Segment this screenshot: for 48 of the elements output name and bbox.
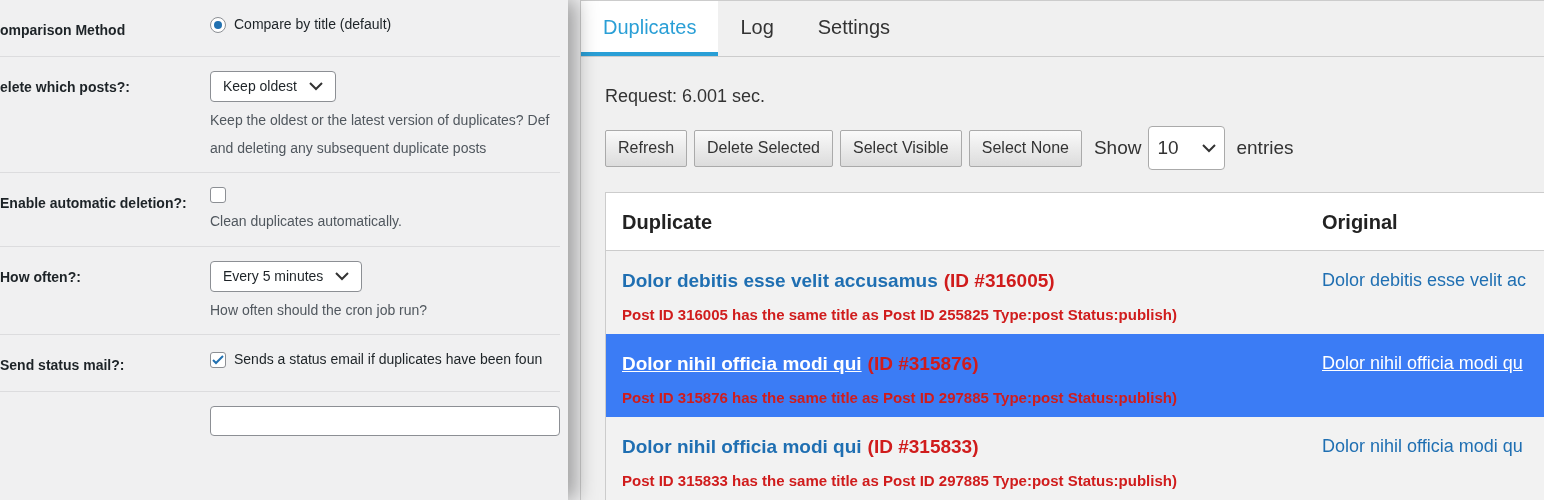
setting-label: Enable automatic deletion?: — [0, 195, 187, 211]
checkbox[interactable] — [210, 187, 226, 203]
show-label: Show — [1093, 135, 1142, 160]
table-row[interactable]: Dolor nihil officia modi qui (ID #315833) Post ID 315833 has the same title as Post ID 297885 Type:post Status:publish) Dolor nihil officia modi qu — [606, 417, 1544, 500]
tab[interactable]: Duplicates — [581, 1, 719, 56]
action-button[interactable]: Select None — [968, 129, 1082, 167]
entries-dropdown[interactable]: 10 — [1148, 126, 1226, 170]
post-link[interactable]: Dolor nihil officia modi qui — [622, 433, 862, 462]
action-button[interactable]: Select Visible — [840, 129, 962, 167]
duplicate-note: Post ID 315833 has the same title as Post ID 297885 Type:post Status:publish) — [622, 470, 1178, 491]
table-row[interactable]: Dolor nihil officia modi qui (ID #315876) Post ID 315876 has the same title as Post ID 297885 Type:post Status:publish) Dolor nihil officia modi qu — [606, 334, 1544, 417]
chevron-down-icon — [335, 272, 350, 281]
radio-button[interactable] — [210, 16, 226, 33]
post-link[interactable]: Dolor nihil officia modi qui — [622, 350, 862, 379]
setting-label: Send status mail?: — [0, 357, 125, 373]
chevron-down-icon — [308, 82, 323, 91]
duplicate-note: Post ID 316005 has the same title as Post ID 255825 Type:post Status:publish) — [622, 304, 1178, 325]
dropdown[interactable]: Every 5 minutes — [210, 261, 363, 292]
help-text: Clean duplicates automatically. — [210, 212, 402, 231]
help-text: How often should the cron job run? — [210, 301, 428, 320]
post-link[interactable]: Dolor debitis esse velit accusamus — [622, 267, 938, 296]
setting-label: omparison Method — [0, 22, 126, 38]
post-id: (ID #316005) — [943, 269, 1055, 293]
original-link[interactable]: Dolor debitis esse velit ac — [1306, 267, 1527, 294]
checkbox[interactable] — [210, 351, 226, 368]
post-id: (ID #315876) — [867, 352, 979, 376]
input-field[interactable] — [210, 406, 560, 436]
help-text: and deleting any subsequent duplicate posts — [210, 139, 488, 158]
setting-label: elete which posts?: — [0, 79, 130, 95]
original-link[interactable]: Dolor nihil officia modi qu — [1306, 350, 1523, 377]
duplicate-note: Post ID 315876 has the same title as Post ID 297885 Type:post Status:publish) — [622, 387, 1178, 408]
column-header: Duplicate — [621, 209, 714, 235]
checkbox-label: Sends a status email if duplicates have been foun — [234, 350, 543, 369]
tab[interactable]: Log — [718, 1, 796, 56]
dropdown[interactable]: Keep oldest — [210, 71, 336, 102]
entries-label: entries — [1236, 135, 1294, 160]
help-text: Keep the oldest or the latest version of duplicates? Def — [210, 111, 550, 130]
action-button[interactable]: Delete Selected — [694, 129, 833, 167]
table-row[interactable]: Dolor debitis esse velit accusamus (ID #316005) Post ID 316005 has the same title as Post ID 255825 Type:post Status:publish) Dolor debitis esse velit ac — [606, 251, 1544, 334]
post-id: (ID #315833) — [867, 435, 979, 459]
radio-label: Compare by title (default) — [234, 15, 392, 34]
column-header: Original — [1321, 209, 1398, 235]
setting-label: How often?: — [0, 269, 81, 285]
original-link[interactable]: Dolor nihil officia modi qu — [1306, 433, 1523, 460]
action-button[interactable]: Refresh — [605, 129, 688, 167]
chevron-down-icon — [1202, 143, 1217, 153]
tab[interactable]: Settings — [795, 1, 913, 56]
request-time: Request: 6.001 sec. — [605, 86, 766, 106]
